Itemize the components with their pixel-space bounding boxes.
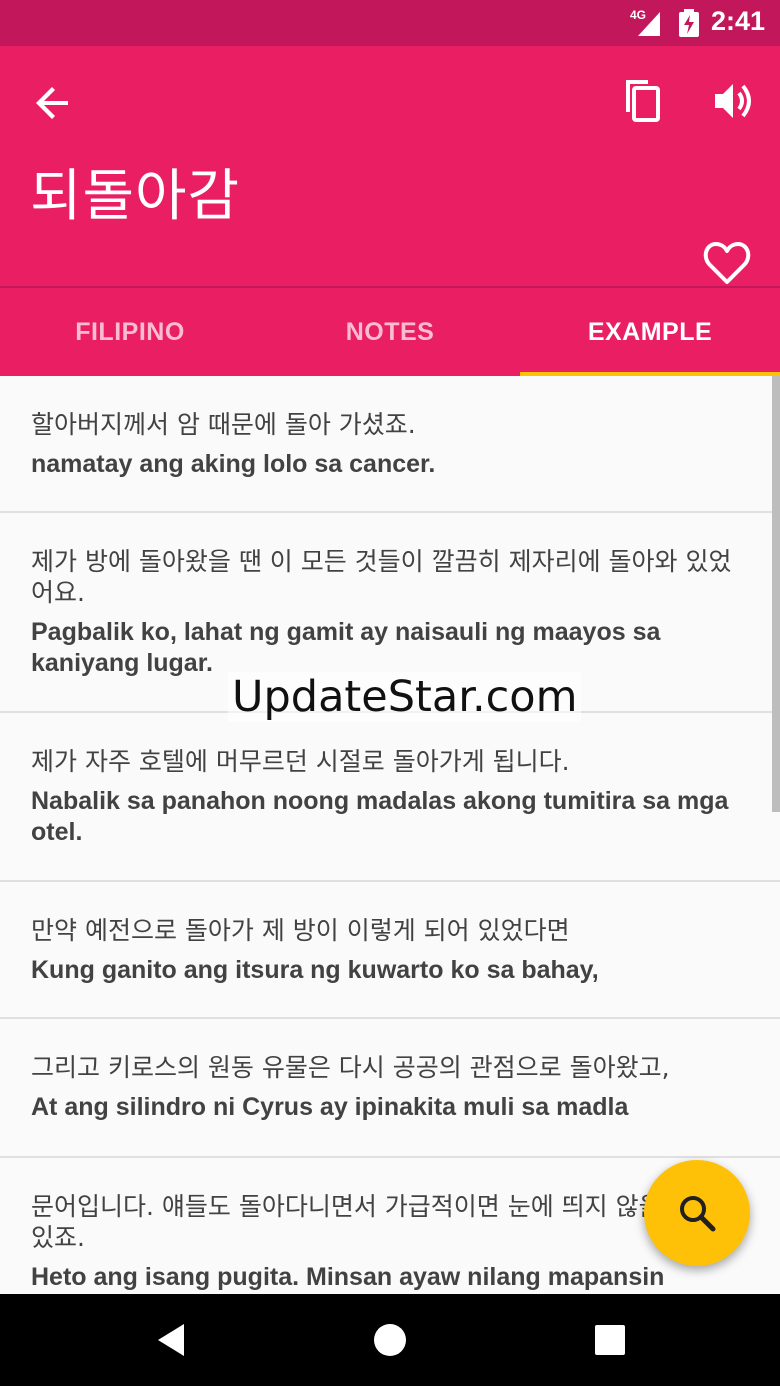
signal-icon: 4G xyxy=(630,8,666,38)
filipino-translation: Nabalik sa panahon noong madalas akong t… xyxy=(31,787,729,846)
system-nav-bar xyxy=(0,1294,780,1386)
tab-example[interactable]: EXAMPLE xyxy=(520,288,780,376)
nav-back-icon xyxy=(158,1324,184,1356)
list-item[interactable]: 할아버지께서 암 때문에 돌아 가셨죠. namatay ang aking l… xyxy=(0,376,780,513)
volume-icon xyxy=(715,84,751,118)
status-bar: 4G 2:41 xyxy=(0,0,780,46)
status-time: 2:41 xyxy=(711,6,766,36)
korean-sentence: 제가 자주 호텔에 머무르던 시절로 돌아가게 됩니다. xyxy=(31,747,570,776)
filipino-translation: Pagbalik ko, lahat ng gamit ay naisauli … xyxy=(31,618,661,677)
nav-recents-icon xyxy=(595,1325,625,1355)
app-bar: 되돌아감 xyxy=(0,46,780,286)
nav-home-button[interactable] xyxy=(330,1294,450,1386)
back-button[interactable] xyxy=(24,74,82,132)
nav-back-button[interactable] xyxy=(112,1294,232,1386)
nav-home-icon xyxy=(374,1324,406,1356)
filipino-translation: Kung ganito ang itsura ng kuwarto ko sa … xyxy=(31,956,599,984)
filipino-translation: At ang silindro ni Cyrus ay ipinakita mu… xyxy=(31,1093,629,1121)
example-list[interactable]: 할아버지께서 암 때문에 돌아 가셨죠. namatay ang aking l… xyxy=(0,376,780,1294)
tab-notes[interactable]: NOTES xyxy=(260,288,520,376)
list-item[interactable]: 만약 예전으로 돌아가 제 방이 이렇게 되어 있었다면 Kung ganito… xyxy=(0,882,780,1019)
korean-sentence: 만약 예전으로 돌아가 제 방이 이렇게 되어 있었다면 xyxy=(31,916,570,945)
search-fab-button[interactable] xyxy=(644,1160,750,1266)
network-type: 4G xyxy=(630,8,647,22)
scrollbar[interactable] xyxy=(772,376,780,812)
korean-sentence: 문어입니다. 얘들도 돌아다니면서 가급적이면 눈에 띄지 않을 때가 있죠. xyxy=(31,1192,716,1252)
copy-icon xyxy=(626,80,660,122)
list-item[interactable]: 제가 자주 호텔에 머무르던 시절로 돌아가게 됩니다. Nabalik sa … xyxy=(0,713,780,882)
battery-icon xyxy=(678,9,700,37)
watermark-text: UpdateStar.com xyxy=(228,672,582,722)
heart-outline-icon xyxy=(703,242,751,284)
filipino-translation: namatay ang aking lolo sa cancer. xyxy=(31,450,436,478)
copy-button[interactable] xyxy=(612,70,674,132)
filipino-translation: Heto ang isang pugita. Minsan ayaw nilan… xyxy=(31,1263,665,1291)
korean-sentence: 제가 방에 돌아왔을 땐 이 모든 것들이 깔끔히 제자리에 돌아와 있었어요. xyxy=(31,547,732,607)
korean-sentence: 그리고 키로스의 원동 유물은 다시 공공의 관점으로 돌아왔고, xyxy=(31,1053,670,1082)
korean-sentence: 할아버지께서 암 때문에 돌아 가셨죠. xyxy=(31,410,416,439)
tab-bar: FILIPINO NOTES EXAMPLE xyxy=(0,286,780,377)
list-item[interactable]: 그리고 키로스의 원동 유물은 다시 공공의 관점으로 돌아왔고, At ang… xyxy=(0,1019,780,1158)
arrow-left-icon xyxy=(36,87,68,119)
tab-filipino[interactable]: FILIPINO xyxy=(0,288,260,376)
word-title: 되돌아감 xyxy=(30,164,241,229)
speak-button[interactable] xyxy=(703,70,765,132)
favorite-button[interactable] xyxy=(696,234,758,290)
search-icon xyxy=(680,1196,716,1232)
nav-recents-button[interactable] xyxy=(550,1294,670,1386)
